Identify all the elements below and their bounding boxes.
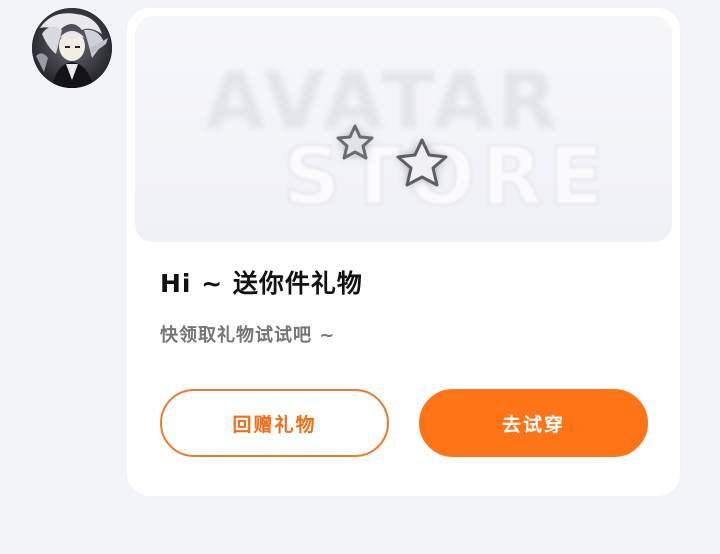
avatar-image [32, 8, 112, 88]
avatar[interactable] [32, 8, 112, 88]
gift-card-subtitle: 快领取礼物试试吧 ~ [160, 325, 336, 346]
try-on-button[interactable]: 去试穿 [419, 389, 648, 457]
avatar-store-logo: AVATAR STORE [205, 57, 609, 224]
chat-screen: AVATAR STORE Hi ~ 送你件礼物 快领取礼物试试吧 ~ 回赠礼物 … [0, 0, 720, 554]
gift-back-button[interactable]: 回赠礼物 [160, 389, 389, 457]
gift-card-title: Hi ~ 送你件礼物 [160, 269, 363, 298]
banner-text-store: STORE [283, 130, 609, 223]
gift-card: AVATAR STORE Hi ~ 送你件礼物 快领取礼物试试吧 ~ 回赠礼物 … [127, 8, 680, 496]
avatar-store-banner: AVATAR STORE [135, 16, 672, 242]
